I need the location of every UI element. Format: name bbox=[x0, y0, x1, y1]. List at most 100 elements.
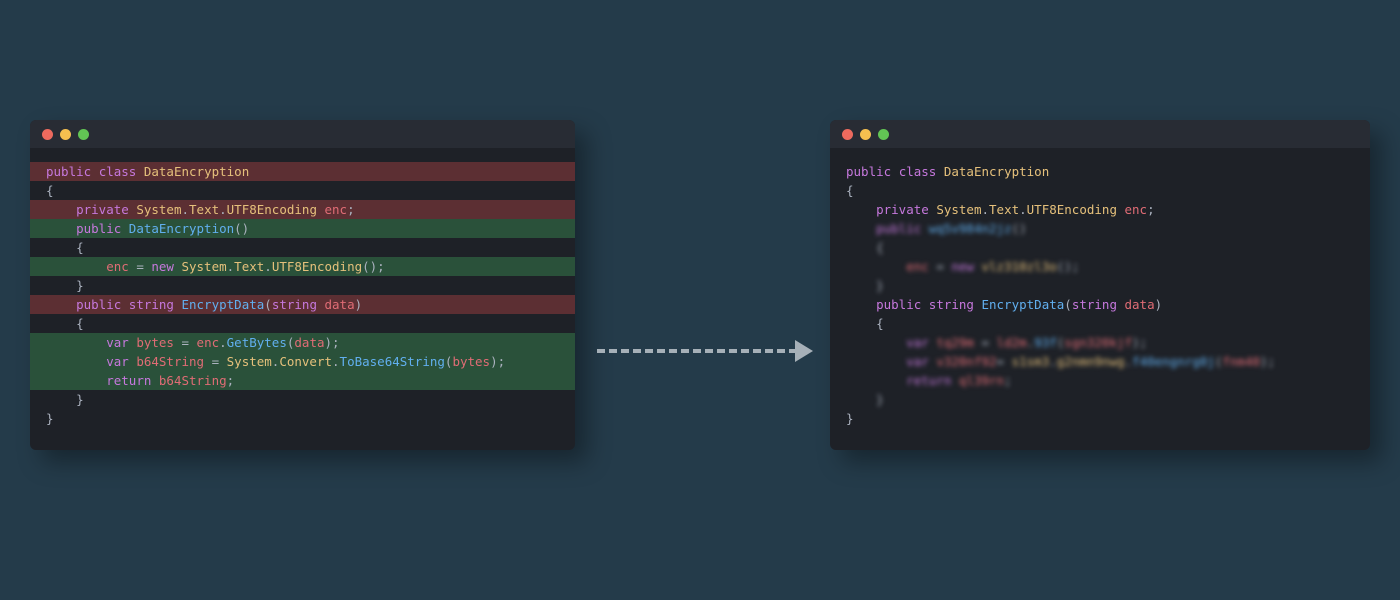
token-var: b64String bbox=[136, 354, 204, 369]
token-plain: } bbox=[846, 392, 884, 407]
token-fn: 93f bbox=[1034, 335, 1057, 350]
token-plain: ) bbox=[1155, 297, 1163, 312]
minimize-icon[interactable] bbox=[60, 129, 71, 140]
token-plain: ; bbox=[347, 202, 355, 217]
token-type: s1sm3 bbox=[1012, 354, 1050, 369]
token-var: enc bbox=[325, 202, 348, 217]
token-plain: { bbox=[846, 316, 884, 331]
code-line: { bbox=[830, 181, 1370, 200]
token-kw: var bbox=[106, 354, 129, 369]
token-var: bytes bbox=[136, 335, 174, 350]
token-plain: . bbox=[181, 202, 189, 217]
token-plain bbox=[121, 221, 129, 236]
code-window-obfuscated: public class DataEncryption{ private Sys… bbox=[830, 120, 1370, 450]
token-plain: ); bbox=[1132, 335, 1147, 350]
token-kw: public bbox=[876, 221, 921, 236]
code-line: var v320nf92= s1sm3.g2nmn9nwg.f40engnrg0… bbox=[830, 352, 1370, 371]
token-plain bbox=[846, 259, 906, 274]
token-plain bbox=[46, 221, 76, 236]
token-plain: ; bbox=[227, 373, 235, 388]
token-plain: { bbox=[846, 183, 854, 198]
token-fn: EncryptData bbox=[981, 297, 1064, 312]
token-type: Text bbox=[234, 259, 264, 274]
token-plain bbox=[136, 164, 144, 179]
token-var: data bbox=[1125, 297, 1155, 312]
code-line: var b64String = System.Convert.ToBase64S… bbox=[30, 352, 575, 371]
token-plain bbox=[846, 221, 876, 236]
token-plain: } bbox=[46, 392, 84, 407]
token-plain bbox=[846, 202, 876, 217]
token-var: data bbox=[294, 335, 324, 350]
code-line: { bbox=[830, 238, 1370, 257]
code-line: var bytes = enc.GetBytes(data); bbox=[30, 333, 575, 352]
token-kw: public bbox=[876, 297, 921, 312]
token-plain bbox=[921, 297, 929, 312]
token-plain: = bbox=[997, 354, 1012, 369]
code-line: enc = new System.Text.UTF8Encoding(); bbox=[30, 257, 575, 276]
token-type: System bbox=[227, 354, 272, 369]
token-kw: string bbox=[129, 297, 174, 312]
close-icon[interactable] bbox=[842, 129, 853, 140]
token-plain bbox=[46, 335, 106, 350]
token-plain bbox=[846, 335, 906, 350]
token-var: v320nf92 bbox=[936, 354, 996, 369]
token-plain: ; bbox=[1147, 202, 1155, 217]
code-line: } bbox=[830, 409, 1370, 428]
token-plain: } bbox=[46, 411, 54, 426]
code-line: public string EncryptData(string data) bbox=[30, 295, 575, 314]
code-line: return ql39rn; bbox=[830, 371, 1370, 390]
token-plain: . bbox=[264, 259, 272, 274]
token-fn: EncryptData bbox=[181, 297, 264, 312]
token-plain: ( bbox=[1064, 297, 1072, 312]
token-plain: } bbox=[846, 278, 884, 293]
token-var: enc bbox=[1125, 202, 1148, 217]
token-var: sgn320kjf bbox=[1064, 335, 1132, 350]
token-plain bbox=[921, 221, 929, 236]
code-line: } bbox=[30, 276, 575, 295]
token-plain bbox=[46, 297, 76, 312]
token-plain: ); bbox=[1260, 354, 1275, 369]
token-kw: public bbox=[846, 164, 891, 179]
token-kw: private bbox=[76, 202, 129, 217]
token-var: data bbox=[325, 297, 355, 312]
token-plain: = bbox=[174, 335, 197, 350]
token-plain: { bbox=[846, 240, 884, 255]
token-plain bbox=[91, 164, 99, 179]
token-fn: f40engnrg0j bbox=[1132, 354, 1215, 369]
token-plain: ) bbox=[355, 297, 363, 312]
token-type: UTF8Encoding bbox=[272, 259, 362, 274]
token-kw: public bbox=[76, 297, 121, 312]
code-area-original: public class DataEncryption{ private Sys… bbox=[30, 148, 575, 450]
titlebar-left bbox=[30, 120, 575, 148]
code-line: { bbox=[830, 314, 1370, 333]
close-icon[interactable] bbox=[42, 129, 53, 140]
token-var: fnm40 bbox=[1222, 354, 1260, 369]
token-type: UTF8Encoding bbox=[227, 202, 317, 217]
token-type: Text bbox=[989, 202, 1019, 217]
token-type: System bbox=[936, 202, 981, 217]
code-line: { bbox=[30, 238, 575, 257]
code-line: public string EncryptData(string data) bbox=[830, 295, 1370, 314]
token-plain bbox=[1117, 297, 1125, 312]
token-plain: . bbox=[1019, 202, 1027, 217]
token-plain: () bbox=[1012, 221, 1027, 236]
token-fn: GetBytes bbox=[227, 335, 287, 350]
token-var: enc bbox=[106, 259, 129, 274]
token-type: Text bbox=[189, 202, 219, 217]
token-kw: new bbox=[951, 259, 974, 274]
token-var: tq29m bbox=[936, 335, 974, 350]
zoom-icon[interactable] bbox=[78, 129, 89, 140]
token-plain: { bbox=[46, 240, 84, 255]
zoom-icon[interactable] bbox=[878, 129, 889, 140]
token-kw: var bbox=[906, 354, 929, 369]
token-plain: (); bbox=[362, 259, 385, 274]
token-plain: = bbox=[974, 335, 997, 350]
token-plain: } bbox=[846, 411, 854, 426]
token-var: enc bbox=[197, 335, 220, 350]
token-fn: wq5v984n2jz bbox=[929, 221, 1012, 236]
minimize-icon[interactable] bbox=[860, 129, 871, 140]
token-kw: new bbox=[151, 259, 174, 274]
token-plain bbox=[46, 259, 106, 274]
titlebar-right bbox=[830, 120, 1370, 148]
token-type: vlz310zl3o bbox=[981, 259, 1056, 274]
